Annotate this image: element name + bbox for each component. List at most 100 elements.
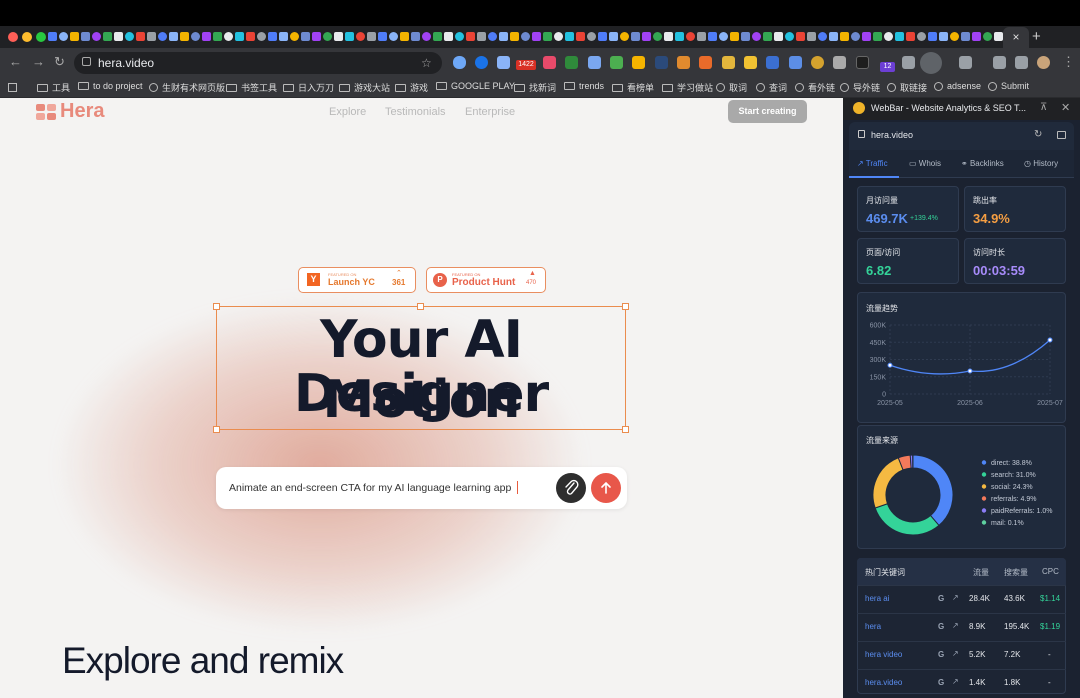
bookmark-folder[interactable]: 看榜单: [612, 81, 654, 94]
tab-favicon-icon[interactable]: [587, 32, 596, 41]
tab-favicon-icon[interactable]: [400, 32, 409, 41]
bookmark-folder[interactable]: 游戏大站: [339, 81, 390, 94]
tab-favicon-icon[interactable]: [48, 32, 57, 41]
tab-favicon-icon[interactable]: [785, 32, 794, 41]
tab-favicon-icon[interactable]: [246, 32, 255, 41]
tab-favicon-icon[interactable]: [59, 32, 68, 41]
pie-slice[interactable]: [872, 457, 904, 509]
tab-favicon-icon[interactable]: [906, 32, 915, 41]
extension-icon[interactable]: [677, 56, 690, 69]
refresh-icon[interactable]: ↻: [1034, 129, 1042, 140]
tab-history[interactable]: ◷ History: [1024, 159, 1058, 168]
tab-whois[interactable]: ▭ Whois: [909, 159, 941, 168]
extension-icon[interactable]: [833, 56, 846, 69]
tab-favicon-icon[interactable]: [961, 32, 970, 41]
tab-favicon-icon[interactable]: [851, 32, 860, 41]
bookmark-link[interactable]: 生财有术网页版: [149, 81, 225, 94]
tab-favicon-icon[interactable]: [620, 32, 629, 41]
extension-icon[interactable]: [789, 56, 802, 69]
data-point[interactable]: [887, 362, 893, 368]
extension-icon[interactable]: [610, 56, 623, 69]
tab-favicon-icon[interactable]: [224, 32, 233, 41]
keyword-link[interactable]: hera ai: [865, 594, 889, 603]
tab-favicon-icon[interactable]: [411, 32, 420, 41]
google-icon[interactable]: G: [938, 650, 944, 659]
tab-search-icon[interactable]: [959, 56, 972, 69]
product-hunt-badge[interactable]: P FEATURED ON Product Hunt ▲ 470: [426, 267, 546, 293]
tab-favicon-icon[interactable]: [81, 32, 90, 41]
tab-favicon-icon[interactable]: [796, 32, 805, 41]
bookmark-link[interactable]: 看外链: [795, 81, 835, 94]
google-icon[interactable]: G: [938, 622, 944, 631]
pie-slice[interactable]: [912, 454, 954, 527]
extension-icon[interactable]: [744, 56, 757, 69]
tab-favicon-icon[interactable]: [697, 32, 706, 41]
tab-favicon-icon[interactable]: [323, 32, 332, 41]
bookmark-link[interactable]: 查词: [756, 81, 787, 94]
tab-favicon-icon[interactable]: [950, 32, 959, 41]
extension-badge[interactable]: 12: [880, 62, 895, 72]
bookmark-folder[interactable]: 游戏: [395, 81, 428, 94]
extension-icon[interactable]: [588, 56, 601, 69]
side-panel-toggle-icon[interactable]: [920, 52, 942, 74]
extension-badge[interactable]: 1422: [516, 60, 536, 70]
tab-favicon-icon[interactable]: [664, 32, 673, 41]
tab-favicon-icon[interactable]: [422, 32, 431, 41]
bookmark-folder[interactable]: 找新词: [514, 81, 556, 94]
tab-favicon-icon[interactable]: [334, 32, 343, 41]
tab-favicon-icon[interactable]: [686, 32, 695, 41]
pinned-tabs[interactable]: [48, 30, 1008, 44]
bookmark-link[interactable]: 导外链: [840, 81, 880, 94]
tab-favicon-icon[interactable]: [840, 32, 849, 41]
tab-favicon-icon[interactable]: [378, 32, 387, 41]
tab-favicon-icon[interactable]: [983, 32, 992, 41]
tab-favicon-icon[interactable]: [741, 32, 750, 41]
extension-icon[interactable]: [766, 56, 779, 69]
bookmark-folder[interactable]: 书签工具: [226, 81, 277, 94]
tab-favicon-icon[interactable]: [191, 32, 200, 41]
tab-favicon-icon[interactable]: [631, 32, 640, 41]
tab-favicon-icon[interactable]: [708, 32, 717, 41]
back-icon[interactable]: ←: [9, 54, 22, 70]
avatar[interactable]: [1037, 56, 1050, 69]
tab-favicon-icon[interactable]: [114, 32, 123, 41]
tab-favicon-icon[interactable]: [202, 32, 211, 41]
tab-favicon-icon[interactable]: [268, 32, 277, 41]
resize-handle[interactable]: [417, 303, 424, 310]
tab-favicon-icon[interactable]: [213, 32, 222, 41]
tab-favicon-icon[interactable]: [818, 32, 827, 41]
google-icon[interactable]: G: [938, 594, 944, 603]
tab-favicon-icon[interactable]: [499, 32, 508, 41]
tab-favicon-icon[interactable]: [433, 32, 442, 41]
nav-testimonials[interactable]: Testimonials: [385, 106, 446, 118]
pin-icon[interactable]: ⊼: [1040, 102, 1047, 113]
tab-favicon-icon[interactable]: [532, 32, 541, 41]
tab-favicon-icon[interactable]: [345, 32, 354, 41]
address-url[interactable]: hera.video: [98, 56, 154, 70]
extension-icon[interactable]: [543, 56, 556, 69]
tab-favicon-icon[interactable]: [554, 32, 563, 41]
tab-favicon-icon[interactable]: [312, 32, 321, 41]
tab-favicon-icon[interactable]: [719, 32, 728, 41]
layout-icon[interactable]: [1057, 131, 1066, 139]
keyword-row[interactable]: [857, 613, 1066, 641]
extension-icon[interactable]: [475, 56, 488, 69]
extension-icon[interactable]: [453, 56, 466, 69]
tab-favicon-icon[interactable]: [466, 32, 475, 41]
tab-favicon-icon[interactable]: [939, 32, 948, 41]
extension-icon[interactable]: [856, 56, 869, 69]
tab-favicon-icon[interactable]: [807, 32, 816, 41]
bookmark-folder[interactable]: to do project: [78, 81, 143, 91]
tab-favicon-icon[interactable]: [774, 32, 783, 41]
trend-icon[interactable]: ↗: [952, 621, 959, 630]
tab-favicon-icon[interactable]: [92, 32, 101, 41]
apps-icon[interactable]: [8, 83, 17, 92]
bookmark-folder[interactable]: 日入万刀: [283, 81, 334, 94]
tab-favicon-icon[interactable]: [136, 32, 145, 41]
data-point[interactable]: [1047, 337, 1053, 343]
tab-favicon-icon[interactable]: [972, 32, 981, 41]
tab-favicon-icon[interactable]: [730, 32, 739, 41]
resize-handle[interactable]: [622, 303, 629, 310]
extension-icon[interactable]: [722, 56, 735, 69]
tab-favicon-icon[interactable]: [488, 32, 497, 41]
